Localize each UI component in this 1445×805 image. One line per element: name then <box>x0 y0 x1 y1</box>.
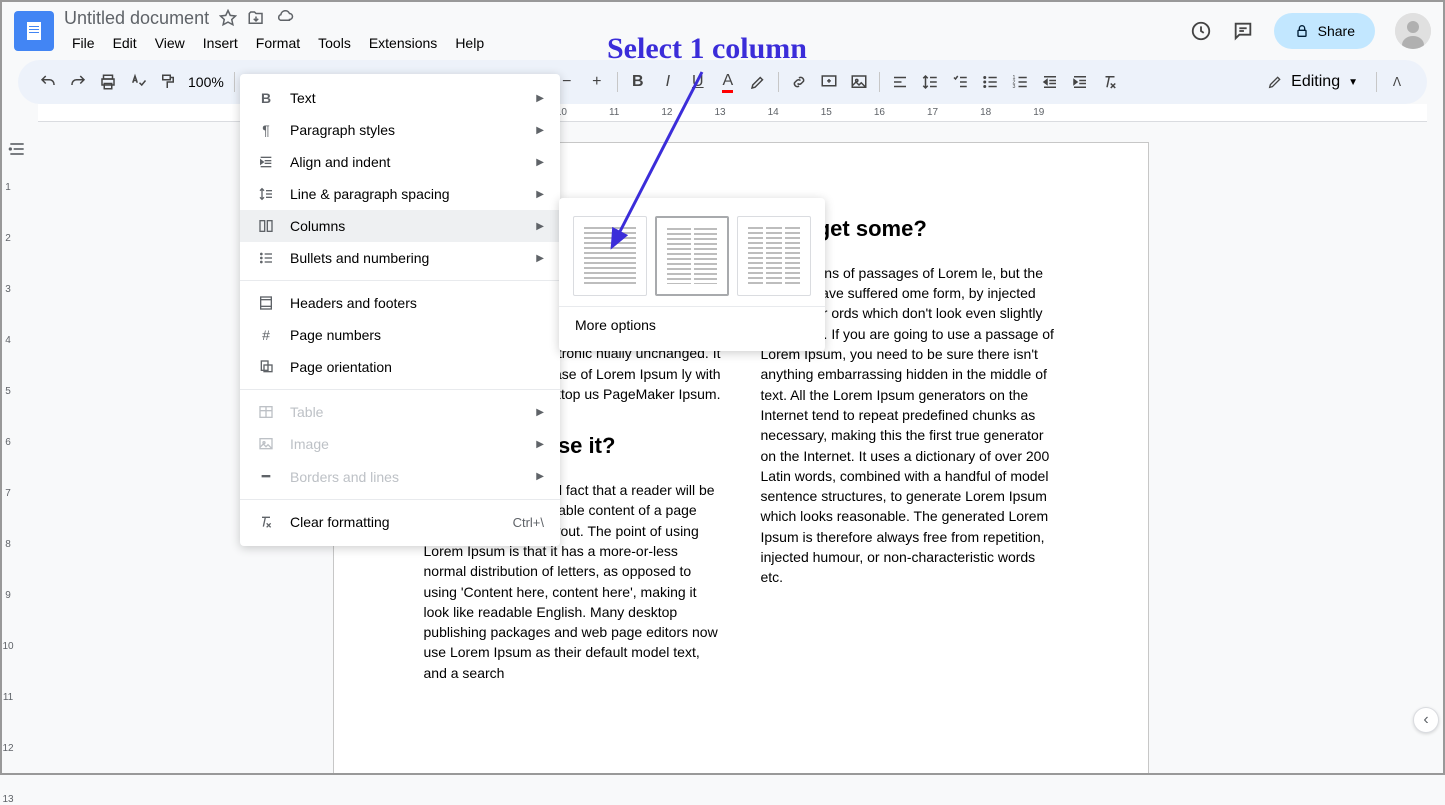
svg-text:3: 3 <box>1012 84 1015 90</box>
keyboard-shortcut: Ctrl+\ <box>513 515 544 530</box>
submenu-arrow-icon: ▶ <box>536 189 544 200</box>
title-block: Untitled document File Edit View Insert … <box>64 8 492 55</box>
lock-icon <box>1294 23 1310 39</box>
align-button[interactable] <box>886 68 914 96</box>
line-spacing-button[interactable] <box>916 68 944 96</box>
table-icon <box>256 404 276 420</box>
increase-indent-button[interactable] <box>1066 68 1094 96</box>
format-columns-item[interactable]: Columns ▶ <box>240 210 560 242</box>
menu-format[interactable]: Format <box>248 31 308 55</box>
clear-formatting-button[interactable] <box>1096 68 1124 96</box>
cloud-status-icon[interactable] <box>275 9 295 27</box>
avatar[interactable] <box>1395 13 1431 49</box>
format-image-item: Image ▶ <box>240 428 560 460</box>
format-table-item: Table ▶ <box>240 396 560 428</box>
left-gutter <box>2 126 38 773</box>
format-line-spacing-item[interactable]: Line & paragraph spacing ▶ <box>240 178 560 210</box>
format-align-indent-item[interactable]: Align and indent ▶ <box>240 146 560 178</box>
zoom-select[interactable]: 100% <box>184 74 228 90</box>
format-clear-formatting-item[interactable]: Clear formatting Ctrl+\ <box>240 506 560 538</box>
image-icon <box>256 436 276 452</box>
line-spacing-icon <box>256 186 276 202</box>
pencil-icon <box>1267 74 1283 90</box>
increase-font-button[interactable]: + <box>583 68 611 96</box>
format-bullets-numbering-item[interactable]: Bullets and numbering ▶ <box>240 242 560 274</box>
align-icon <box>256 154 276 170</box>
submenu-arrow-icon: ▶ <box>536 439 544 450</box>
submenu-arrow-icon: ▶ <box>536 125 544 136</box>
bulleted-list-button[interactable] <box>976 68 1004 96</box>
format-page-numbers-item[interactable]: # Page numbers <box>240 319 560 351</box>
menu-file[interactable]: File <box>64 31 103 55</box>
move-icon[interactable] <box>247 9 265 27</box>
format-borders-lines-item: ━ Borders and lines ▶ <box>240 460 560 493</box>
format-text-item[interactable]: B Text ▶ <box>240 82 560 114</box>
submenu-arrow-icon: ▶ <box>536 407 544 418</box>
share-button[interactable]: Share <box>1274 13 1375 49</box>
menu-tools[interactable]: Tools <box>310 31 359 55</box>
redo-button[interactable] <box>64 68 92 96</box>
page-orientation-icon <box>256 359 276 375</box>
toolbar: 100% − + B I U A 123 Editing ▼ ᐱ <box>18 60 1427 104</box>
add-comment-button[interactable] <box>815 68 843 96</box>
expand-toolbar-button[interactable]: ᐱ <box>1383 68 1411 96</box>
columns-submenu: More options <box>559 198 825 351</box>
insert-link-button[interactable] <box>785 68 813 96</box>
menu-edit[interactable]: Edit <box>105 31 145 55</box>
italic-button[interactable]: I <box>654 68 682 96</box>
submenu-arrow-icon: ▶ <box>536 471 544 482</box>
borders-icon: ━ <box>256 468 276 485</box>
columns-icon <box>256 218 276 234</box>
headers-footers-icon <box>256 295 276 311</box>
columns-option-2[interactable] <box>655 216 729 296</box>
side-panel-toggle[interactable]: ‹ <box>1413 707 1439 733</box>
menu-help[interactable]: Help <box>447 31 492 55</box>
paint-format-button[interactable] <box>154 68 182 96</box>
highlight-button[interactable] <box>744 68 772 96</box>
comments-icon[interactable] <box>1232 20 1254 42</box>
checklist-button[interactable] <box>946 68 974 96</box>
format-page-orientation-item[interactable]: Page orientation <box>240 351 560 383</box>
clear-format-icon <box>256 514 276 530</box>
submenu-arrow-icon: ▶ <box>536 93 544 104</box>
menu-extensions[interactable]: Extensions <box>361 31 445 55</box>
columns-more-options[interactable]: More options <box>559 306 825 343</box>
format-paragraph-styles-item[interactable]: ¶ Paragraph styles ▶ <box>240 114 560 146</box>
outline-toggle-button[interactable] <box>2 134 32 164</box>
bold-icon: B <box>256 90 276 106</box>
docs-logo-icon[interactable] <box>14 11 54 51</box>
format-headers-footers-item[interactable]: Headers and footers <box>240 287 560 319</box>
undo-button[interactable] <box>34 68 62 96</box>
annotation-label: Select 1 column <box>607 32 807 66</box>
decrease-indent-button[interactable] <box>1036 68 1064 96</box>
text-color-button[interactable]: A <box>714 68 742 96</box>
menu-view[interactable]: View <box>147 31 193 55</box>
columns-option-3[interactable] <box>737 216 811 296</box>
submenu-arrow-icon: ▶ <box>536 253 544 264</box>
underline-button[interactable]: U <box>684 68 712 96</box>
list-icon <box>256 250 276 266</box>
submenu-arrow-icon: ▶ <box>536 221 544 232</box>
star-icon[interactable] <box>219 9 237 27</box>
columns-option-1[interactable] <box>573 216 647 296</box>
numbered-list-button[interactable]: 123 <box>1006 68 1034 96</box>
format-menu-dropdown: B Text ▶ ¶ Paragraph styles ▶ Align and … <box>240 74 560 546</box>
insert-image-button[interactable] <box>845 68 873 96</box>
editing-mode-button[interactable]: Editing ▼ <box>1255 69 1370 95</box>
menu-insert[interactable]: Insert <box>195 31 246 55</box>
print-button[interactable] <box>94 68 122 96</box>
history-icon[interactable] <box>1190 20 1212 42</box>
editing-label: Editing <box>1291 73 1340 91</box>
document-title[interactable]: Untitled document <box>64 8 209 29</box>
submenu-arrow-icon: ▶ <box>536 157 544 168</box>
page-numbers-icon: # <box>256 327 276 343</box>
share-label: Share <box>1318 23 1355 39</box>
spellcheck-button[interactable] <box>124 68 152 96</box>
menu-bar: File Edit View Insert Format Tools Exten… <box>64 31 492 55</box>
paragraph-icon: ¶ <box>256 122 276 138</box>
bold-button[interactable]: B <box>624 68 652 96</box>
